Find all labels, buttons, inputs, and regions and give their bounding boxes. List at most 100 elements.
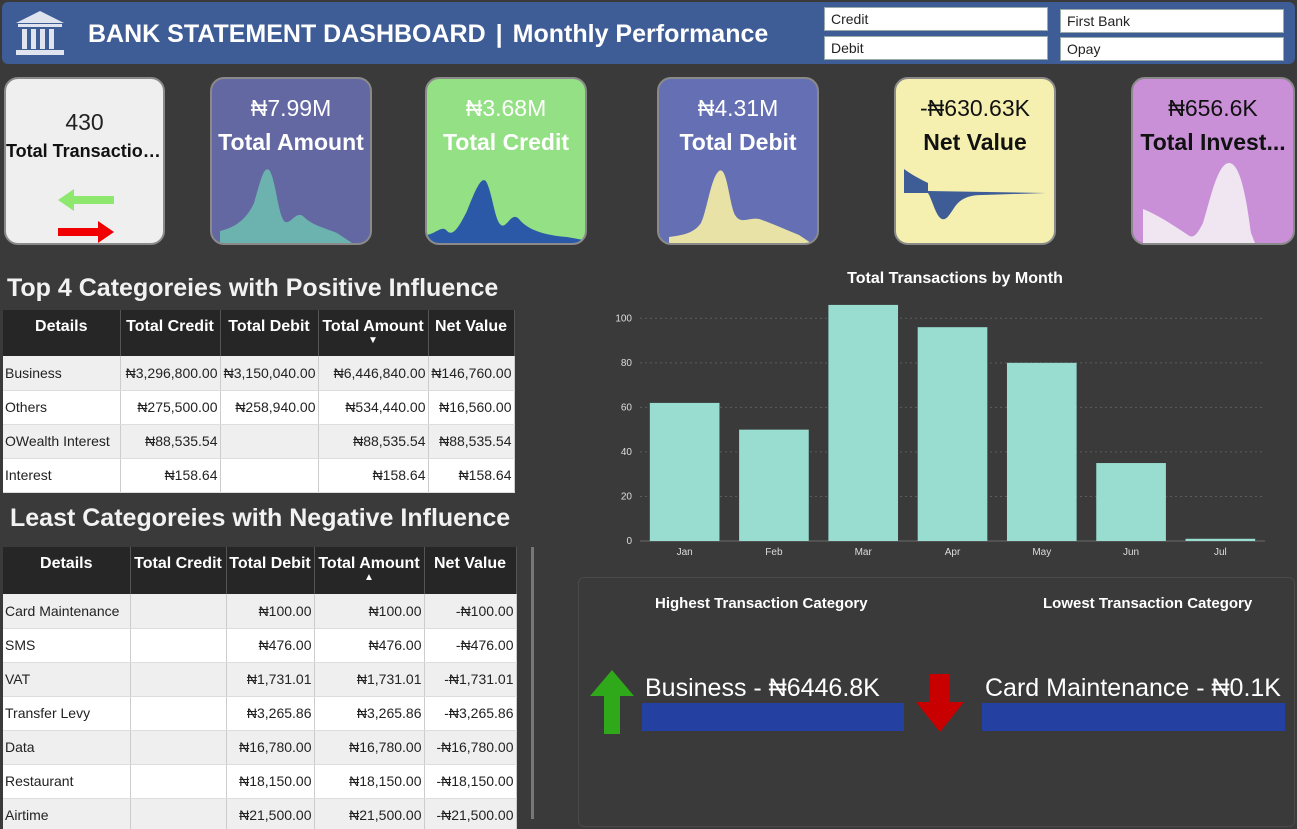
- chart-bar[interactable]: [828, 304, 899, 541]
- table-row[interactable]: OWealth Interest ₦88,535.54 ₦88,535.54 ₦…: [3, 424, 515, 459]
- chart-bar[interactable]: [1006, 362, 1077, 541]
- cell-total-debit: ₦16,780.00: [226, 730, 315, 765]
- cell-details: OWealth Interest: [3, 424, 121, 459]
- cell-total-amount: ₦158.64: [318, 458, 429, 493]
- cell-total-credit: ₦275,500.00: [120, 390, 221, 425]
- table-row[interactable]: Transfer Levy ₦3,265.86 ₦3,265.86 -₦3,26…: [3, 696, 517, 731]
- cell-total-amount: ₦100.00: [314, 594, 425, 629]
- column-header[interactable]: Total Credit: [130, 547, 227, 594]
- kpi-value: ₦3.68M: [465, 95, 547, 121]
- cell-total-credit: ₦88,535.54: [120, 424, 221, 459]
- chart-bar[interactable]: [739, 429, 809, 541]
- cell-details: Card Maintenance: [3, 594, 131, 629]
- cell-total-debit: ₦1,731.01: [226, 662, 315, 697]
- sparkline-total-credit: [427, 180, 585, 243]
- cell-total-debit: ₦18,150.00: [226, 764, 315, 799]
- table-row[interactable]: SMS ₦476.00 ₦476.00 -₦476.00: [3, 628, 517, 663]
- chart-bar[interactable]: [1096, 463, 1166, 541]
- table-scrollbar[interactable]: [531, 547, 534, 819]
- column-header[interactable]: Total Debit: [226, 547, 315, 594]
- sparkline-net-value: [904, 169, 1046, 220]
- table-row[interactable]: Restaurant ₦18,150.00 ₦18,150.00 -₦18,15…: [3, 764, 517, 799]
- chart-title: Total Transactions by Month: [847, 270, 1063, 287]
- cell-total-credit: ₦3,296,800.00: [120, 356, 221, 391]
- lowest-category-label: Lowest Transaction Category: [1043, 595, 1253, 612]
- table-row[interactable]: Data ₦16,780.00 ₦16,780.00 -₦16,780.00: [3, 730, 517, 765]
- sparkline-total-invest: [1143, 163, 1255, 243]
- cell-total-credit: [130, 696, 227, 731]
- cell-total-debit: ₦258,940.00: [220, 390, 319, 425]
- cell-total-credit: [130, 764, 227, 799]
- kpi-card-total-amount[interactable]: ₦7.99M Total Amount: [210, 77, 372, 245]
- column-header[interactable]: Net Value: [424, 547, 517, 594]
- column-header[interactable]: Net Value: [428, 310, 515, 356]
- cell-total-debit: ₦3,265.86: [226, 696, 315, 731]
- cell-total-credit: [130, 594, 227, 629]
- chart-bar[interactable]: [1185, 538, 1256, 541]
- y-tick-label: 60: [621, 402, 633, 413]
- column-header-sorted[interactable]: Total Amount ▲: [314, 547, 425, 594]
- cell-total-amount: ₦3,265.86: [314, 696, 425, 731]
- cell-total-credit: [130, 730, 227, 765]
- kpi-card-net-value[interactable]: -₦630.63K Net Value: [894, 77, 1056, 245]
- cell-details: Airtime: [3, 798, 131, 829]
- dashboard-title: BANK STATEMENT DASHBOARD | Monthly Perform…: [88, 20, 768, 49]
- table-row[interactable]: Airtime ₦21,500.00 ₦21,500.00 -₦21,500.0…: [3, 798, 517, 829]
- positive-influence-table: Details Total Credit Total Debit Total A…: [3, 310, 515, 493]
- cell-net-value: ₦146,760.00: [428, 356, 515, 391]
- cell-total-amount: ₦21,500.00: [314, 798, 425, 829]
- column-header[interactable]: Total Debit: [220, 310, 319, 356]
- lowest-category-bar: [982, 703, 1285, 731]
- negative-influence-table: Details Total Credit Total Debit Total A…: [3, 547, 517, 829]
- slicer-credit[interactable]: Credit: [824, 7, 1048, 31]
- table-row[interactable]: Interest ₦158.64 ₦158.64 ₦158.64: [3, 458, 515, 493]
- cell-net-value: -₦18,150.00: [424, 764, 517, 799]
- x-tick-label: Apr: [945, 547, 961, 558]
- cell-details: Interest: [3, 458, 121, 493]
- slicer-debit[interactable]: Debit: [824, 36, 1048, 60]
- y-tick-label: 100: [615, 313, 632, 324]
- column-header-label: Total Amount: [318, 555, 420, 572]
- cell-details: Restaurant: [3, 764, 131, 799]
- cell-total-amount: ₦18,150.00: [314, 764, 425, 799]
- chart-bar[interactable]: [649, 402, 720, 541]
- slicer-opay[interactable]: Opay: [1060, 37, 1284, 61]
- kpi-label: Total Transactions: [6, 141, 163, 161]
- column-header[interactable]: Total Credit: [120, 310, 221, 356]
- column-header[interactable]: Details: [3, 310, 121, 356]
- cell-net-value: ₦158.64: [428, 458, 515, 493]
- kpi-value: -₦630.63K: [920, 95, 1030, 121]
- cell-total-debit: [220, 458, 319, 493]
- chart-bar[interactable]: [917, 327, 988, 541]
- cell-total-amount: ₦476.00: [314, 628, 425, 663]
- table-row[interactable]: VAT ₦1,731.01 ₦1,731.01 -₦1,731.01: [3, 662, 517, 697]
- kpi-label: Total Invest...: [1140, 129, 1286, 155]
- slicer-first-bank[interactable]: First Bank: [1060, 9, 1284, 33]
- y-tick-label: 20: [621, 491, 633, 502]
- x-tick-label: Jun: [1123, 547, 1139, 558]
- table-row[interactable]: Others ₦275,500.00 ₦258,940.00 ₦534,440.…: [3, 390, 515, 425]
- title-subtitle: Monthly Performance: [512, 20, 769, 48]
- x-tick-label: Jul: [1214, 547, 1227, 558]
- cell-details: Transfer Levy: [3, 696, 131, 731]
- cell-net-value: -₦1,731.01: [424, 662, 517, 697]
- kpi-value: ₦656.6K: [1168, 95, 1258, 121]
- cell-total-amount: ₦88,535.54: [318, 424, 429, 459]
- kpi-card-total-debit[interactable]: ₦4.31M Total Debit: [657, 77, 819, 245]
- y-tick-label: 40: [621, 447, 633, 458]
- bar-chart: 0 20 40 60 80 100 Jan Feb Mar Apr May Jun Jul: [615, 304, 1265, 558]
- kpi-card-total-credit[interactable]: ₦3.68M Total Credit: [425, 77, 587, 245]
- negative-table-title: Least Categoreies with Negative Influenc…: [10, 504, 511, 532]
- kpi-card-total-invest[interactable]: ₦656.6K Total Invest...: [1131, 77, 1295, 245]
- column-header[interactable]: Details: [3, 547, 131, 594]
- cell-total-debit: ₦476.00: [226, 628, 315, 663]
- kpi-card-total-transactions[interactable]: 430 Total Transactions: [4, 77, 165, 245]
- cell-net-value: -₦16,780.00: [424, 730, 517, 765]
- cell-details: Data: [3, 730, 131, 765]
- highest-category-value: Business - ₦6446.8K: [645, 674, 880, 702]
- lowest-category-value: Card Maintenance - ₦0.1K: [985, 674, 1281, 702]
- column-header-sorted[interactable]: Total Amount ▼: [318, 310, 429, 356]
- table-row[interactable]: Business ₦3,296,800.00 ₦3,150,040.00 ₦6,…: [3, 356, 515, 391]
- cell-net-value: ₦16,560.00: [428, 390, 515, 425]
- table-row[interactable]: Card Maintenance ₦100.00 ₦100.00 -₦100.0…: [3, 594, 517, 629]
